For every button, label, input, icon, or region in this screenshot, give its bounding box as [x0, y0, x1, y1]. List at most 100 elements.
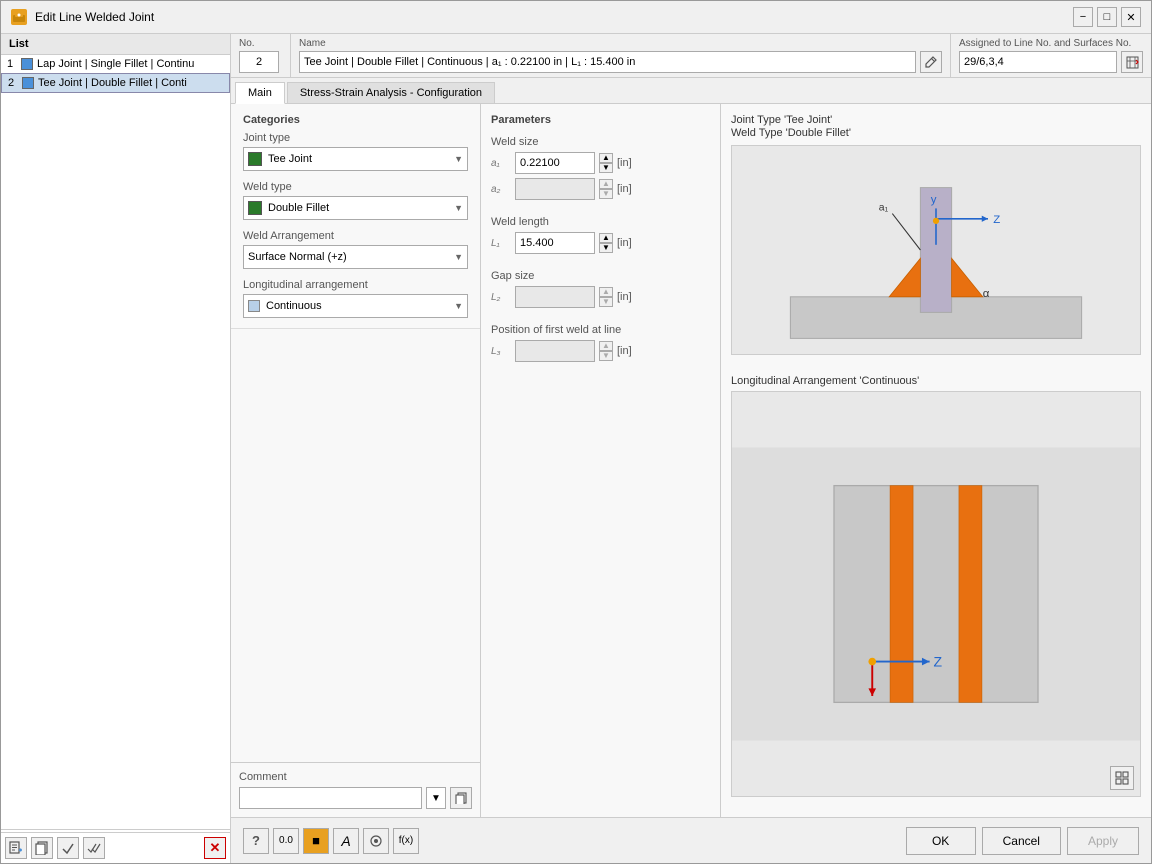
font-icon: A — [341, 833, 350, 849]
categories-title: Categories — [243, 114, 468, 126]
a2-label: a₂ — [491, 184, 511, 195]
svg-text:a₁: a₁ — [879, 202, 889, 213]
name-field: Name — [291, 34, 951, 77]
no-label: No. — [239, 38, 282, 49]
name-input[interactable] — [299, 51, 916, 73]
longitudinal-select[interactable]: Continuous ▼ — [243, 294, 468, 318]
comment-row: ▼ — [239, 787, 472, 809]
cancel-button[interactable]: Cancel — [982, 827, 1061, 855]
no-input[interactable] — [239, 51, 279, 73]
apply-button[interactable]: Apply — [1067, 827, 1139, 855]
bottom-bar: ? 0.0 ■ A f(x) — [231, 817, 1151, 863]
l1-label: L₁ — [491, 238, 511, 249]
units-button[interactable]: 0.0 — [273, 828, 299, 854]
joint-type-chevron: ▼ — [454, 154, 463, 164]
assigned-label: Assigned to Line No. and Surfaces No. — [959, 38, 1143, 49]
diagram-options-button[interactable] — [1110, 766, 1134, 790]
copy-item-button[interactable] — [31, 837, 53, 859]
weld-arr-value: Surface Normal (+z) — [248, 251, 347, 263]
close-button[interactable]: ✕ — [1121, 7, 1141, 27]
delete-button[interactable]: ✕ — [204, 837, 226, 859]
diagram-panel: Joint Type 'Tee Joint' Weld Type 'Double… — [721, 104, 1151, 817]
help-button[interactable]: ? — [243, 828, 269, 854]
l3-spinners: ▲ ▼ — [599, 341, 613, 361]
check-button[interactable] — [57, 837, 79, 859]
font-button[interactable]: A — [333, 828, 359, 854]
tab-stress[interactable]: Stress-Strain Analysis - Configuration — [287, 82, 495, 103]
tab-content: Categories Joint type Tee Joint ▼ Weld t… — [231, 104, 1151, 817]
tabs-bar: Main Stress-Strain Analysis - Configurat… — [231, 78, 1151, 104]
comment-label: Comment — [239, 771, 472, 783]
weld-arr-select[interactable]: Surface Normal (+z) ▼ — [243, 245, 468, 269]
edit-name-button[interactable] — [920, 51, 942, 73]
comment-dropdown-button[interactable]: ▼ — [426, 787, 446, 809]
l1-up-button[interactable]: ▲ — [599, 233, 613, 243]
view-button[interactable] — [363, 828, 389, 854]
longitudinal-label: Longitudinal arrangement — [243, 279, 468, 291]
check-all-button[interactable] — [83, 837, 105, 859]
svg-text:Z: Z — [933, 654, 942, 670]
l1-down-button[interactable]: ▼ — [599, 243, 613, 253]
a2-unit: [in] — [617, 183, 632, 195]
ok-button[interactable]: OK — [906, 827, 976, 855]
config-bottom — [231, 329, 480, 762]
content-area: List 1 Lap Joint | Single Fillet | Conti… — [1, 34, 1151, 863]
a1-spinners: ▲ ▼ — [599, 153, 613, 173]
weld-type-text: Weld Type 'Double Fillet' — [731, 127, 1141, 139]
l2-label: L₂ — [491, 292, 511, 303]
new-item-button[interactable] — [5, 837, 27, 859]
a1-unit: [in] — [617, 157, 632, 169]
weld-type-select[interactable]: Double Fillet ▼ — [243, 196, 468, 220]
list-items: 1 Lap Joint | Single Fillet | Continu 2 … — [1, 55, 230, 827]
formula-icon: f(x) — [399, 835, 413, 846]
svg-text:α: α — [983, 288, 990, 300]
window-title: Edit Line Welded Joint — [35, 10, 154, 24]
maximize-button[interactable]: □ — [1097, 7, 1117, 27]
list-item[interactable]: 1 Lap Joint | Single Fillet | Continu — [1, 55, 230, 73]
weld-type-color — [248, 201, 262, 215]
list-item-number: 2 — [8, 77, 18, 89]
l3-row: L₃ ▲ ▼ [in] — [491, 340, 710, 362]
a2-down-button: ▼ — [599, 189, 613, 199]
list-item-number: 1 — [7, 58, 17, 70]
joint-svg: Z y a₁ α — [732, 146, 1140, 354]
l3-label: L₃ — [491, 346, 511, 357]
joint-type-label: Joint type — [243, 132, 468, 144]
a2-input — [515, 178, 595, 200]
comment-copy-button[interactable] — [450, 787, 472, 809]
list-header: List — [1, 34, 230, 55]
joint-type-text: Joint Type 'Tee Joint' — [731, 114, 1141, 126]
assigned-pick-button[interactable] — [1121, 51, 1143, 73]
l1-row: L₁ ▲ ▼ [in] — [491, 232, 710, 254]
list-item-selected[interactable]: 2 Tee Joint | Double Fillet | Conti — [1, 73, 230, 93]
color-button[interactable]: ■ — [303, 828, 329, 854]
name-label: Name — [299, 38, 942, 49]
weld-size-group: Weld size a₁ ▲ ▼ [in] a₂ — [491, 136, 710, 204]
weld-length-label: Weld length — [491, 216, 710, 228]
l1-input[interactable] — [515, 232, 595, 254]
minimize-button[interactable]: − — [1073, 7, 1093, 27]
tab-main[interactable]: Main — [235, 82, 285, 104]
weld-type-chevron: ▼ — [454, 203, 463, 213]
a1-up-button[interactable]: ▲ — [599, 153, 613, 163]
a1-down-button[interactable]: ▼ — [599, 163, 613, 173]
joint-type-select[interactable]: Tee Joint ▼ — [243, 147, 468, 171]
title-bar-left: Edit Line Welded Joint — [11, 9, 154, 25]
longitudinal-chevron: ▼ — [454, 301, 463, 311]
position-group: Position of first weld at line L₃ ▲ ▼ [i… — [491, 324, 710, 366]
list-item-text-selected: Tee Joint | Double Fillet | Conti — [38, 77, 187, 89]
formula-button[interactable]: f(x) — [393, 828, 419, 854]
longitudinal-text: Longitudinal Arrangement 'Continuous' — [731, 375, 1141, 387]
comment-input[interactable] — [239, 787, 422, 809]
joint-type-inner: Tee Joint — [248, 152, 312, 166]
weld-type-inner: Double Fillet — [248, 201, 329, 215]
weld-size-label: Weld size — [491, 136, 710, 148]
l3-down-button: ▼ — [599, 351, 613, 361]
parameters-panel: Parameters Weld size a₁ ▲ ▼ [in] — [481, 104, 721, 817]
assigned-input[interactable] — [959, 51, 1117, 73]
l1-spinners: ▲ ▼ — [599, 233, 613, 253]
title-controls: − □ ✕ — [1073, 7, 1141, 27]
a2-row: a₂ ▲ ▼ [in] — [491, 178, 710, 200]
a1-input[interactable] — [515, 152, 595, 174]
svg-text:y: y — [931, 194, 937, 206]
